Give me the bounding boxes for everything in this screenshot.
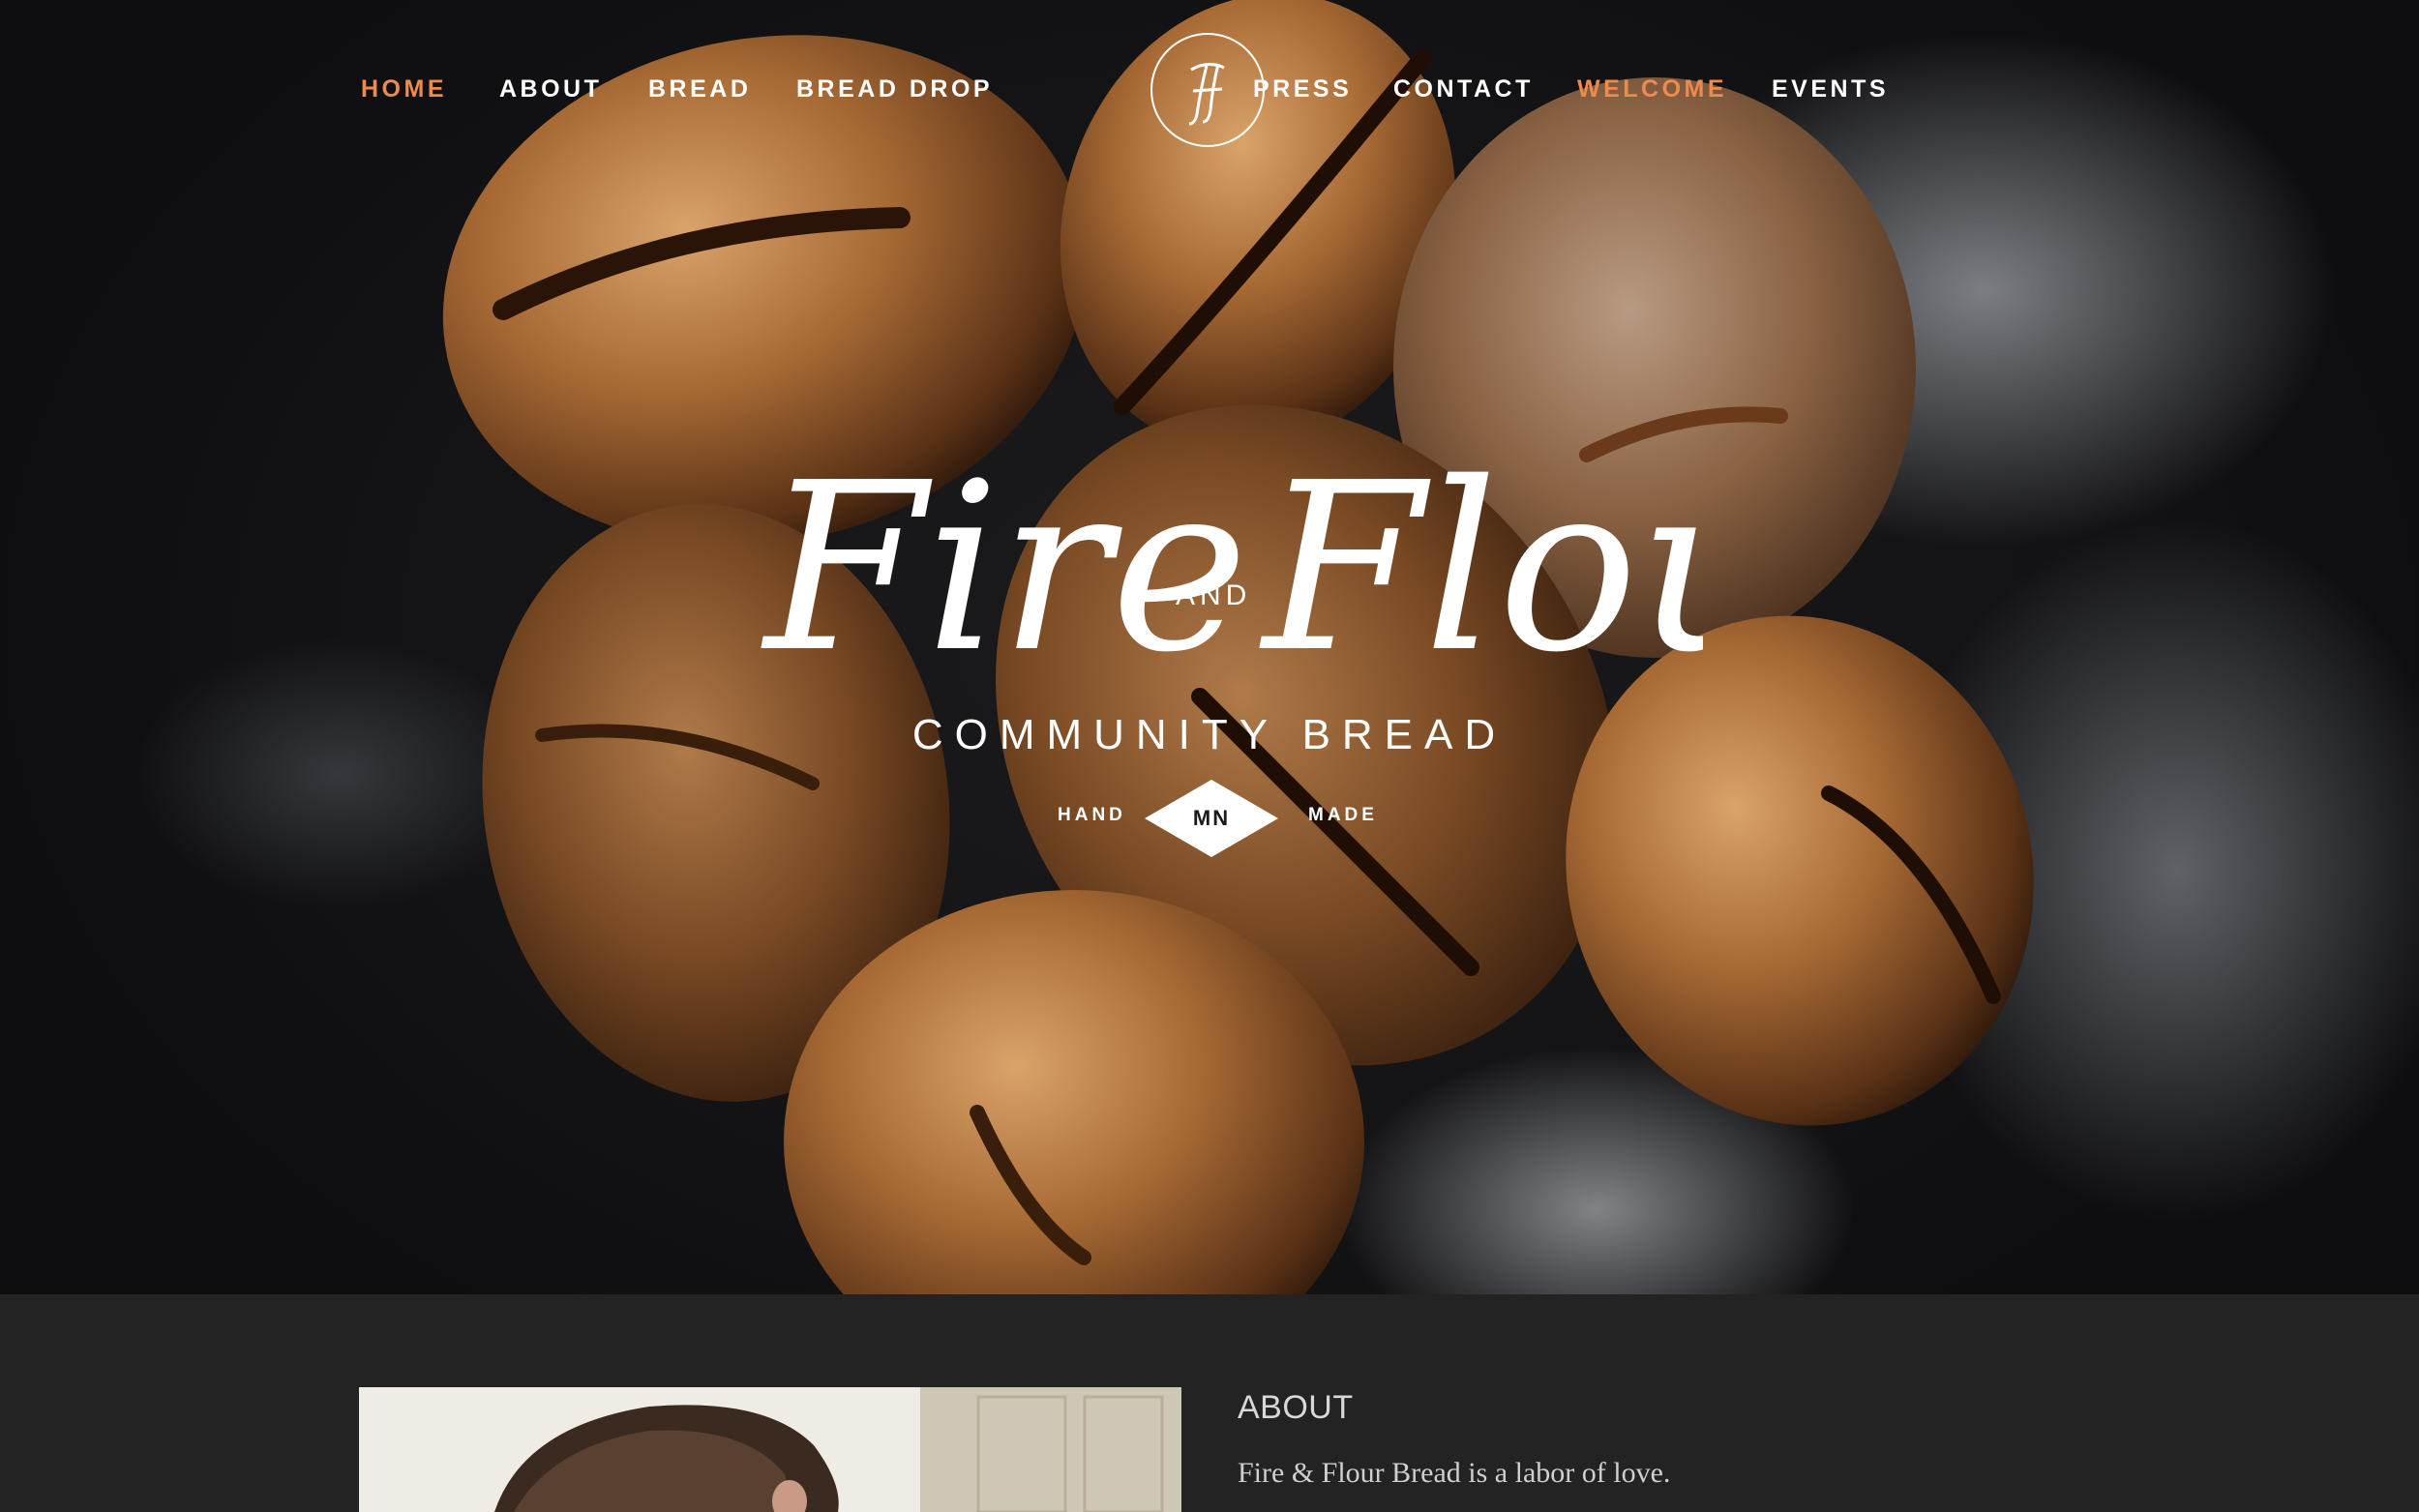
logo-word-flour: Flour bbox=[1259, 432, 1703, 703]
about-photo bbox=[359, 1387, 1181, 1512]
about-title: ABOUT bbox=[1238, 1389, 1354, 1426]
logo-and: AND bbox=[1176, 579, 1251, 611]
badge-hand: HAND bbox=[1058, 805, 1126, 825]
baker-portrait bbox=[359, 1387, 1181, 1512]
logo-word-fire: Fire bbox=[761, 432, 1248, 703]
about-text: Fire & Flour Bread is a labor of love. bbox=[1238, 1457, 1671, 1489]
nav-press[interactable]: PRESS bbox=[1253, 75, 1352, 104]
hero-logo: Fire AND Flour bbox=[761, 432, 1703, 703]
badge-mn: MN bbox=[1192, 806, 1231, 830]
nav-bread-drop[interactable]: BREAD DROP bbox=[796, 75, 993, 104]
nav-events[interactable]: EVENTS bbox=[1772, 75, 1889, 104]
hero-section: HOME ABOUT BREAD BREAD DROP PRESS CONTAC… bbox=[0, 0, 2419, 1294]
nav-about[interactable]: ABOUT bbox=[499, 75, 602, 104]
ff-monogram-icon[interactable] bbox=[1150, 33, 1265, 147]
logo-tagline: COMMUNITY BREAD bbox=[911, 711, 1508, 758]
badge-made: MADE bbox=[1308, 805, 1378, 825]
nav-bread[interactable]: BREAD bbox=[648, 75, 751, 104]
nav-contact[interactable]: CONTACT bbox=[1393, 75, 1534, 104]
page: HOME ABOUT BREAD BREAD DROP PRESS CONTAC… bbox=[0, 0, 2419, 1512]
nav-home[interactable]: HOME bbox=[361, 75, 447, 104]
nav-welcome[interactable]: WELCOME bbox=[1577, 75, 1727, 104]
monogram-glyph bbox=[1188, 63, 1225, 126]
